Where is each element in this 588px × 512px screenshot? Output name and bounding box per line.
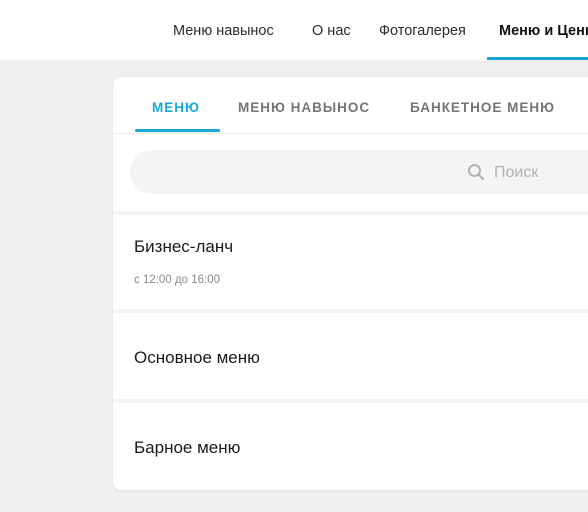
- menu-item-title: Барное меню: [134, 438, 241, 457]
- menu-item-main-menu[interactable]: Основное меню: [113, 313, 588, 400]
- top-navigation: Меню навынос О нас Фотогалерея Меню и Це…: [0, 0, 588, 60]
- tab-takeaway-menu[interactable]: МЕНЮ НАВЫНОС: [238, 100, 370, 116]
- nav-item-gallery[interactable]: Фотогалерея: [379, 22, 466, 40]
- nav-item-menu-prices[interactable]: Меню и Цены: [499, 22, 588, 40]
- nav-item-about[interactable]: О нас: [312, 22, 351, 40]
- menu-item-business-lunch[interactable]: Бизнес-ланч с 12:00 до 16:00: [113, 215, 588, 309]
- tab-banquet-menu[interactable]: БАНКЕТНОЕ МЕНЮ: [410, 100, 555, 116]
- tab-active-indicator: [135, 129, 220, 132]
- nav-item-takeaway-menu[interactable]: Меню навынос: [173, 22, 274, 40]
- menu-item-title: Основное меню: [134, 348, 260, 367]
- menu-item-hours: с 12:00 до 16:00: [134, 274, 220, 286]
- tab-menu[interactable]: МЕНЮ: [152, 100, 200, 116]
- menu-tabs: МЕНЮ МЕНЮ НАВЫНОС БАНКЕТНОЕ МЕНЮ: [113, 77, 588, 134]
- search-icon: [468, 164, 485, 181]
- menu-item-bar-menu[interactable]: Барное меню: [113, 403, 588, 490]
- menu-item-title: Бизнес-ланч: [134, 237, 234, 256]
- nav-active-indicator: [487, 57, 588, 60]
- search-placeholder: Поиск: [494, 164, 539, 181]
- menu-card: МЕНЮ МЕНЮ НАВЫНОС БАНКЕТНОЕ МЕНЮ Поиск Б…: [113, 77, 588, 490]
- search-input[interactable]: Поиск: [130, 150, 588, 194]
